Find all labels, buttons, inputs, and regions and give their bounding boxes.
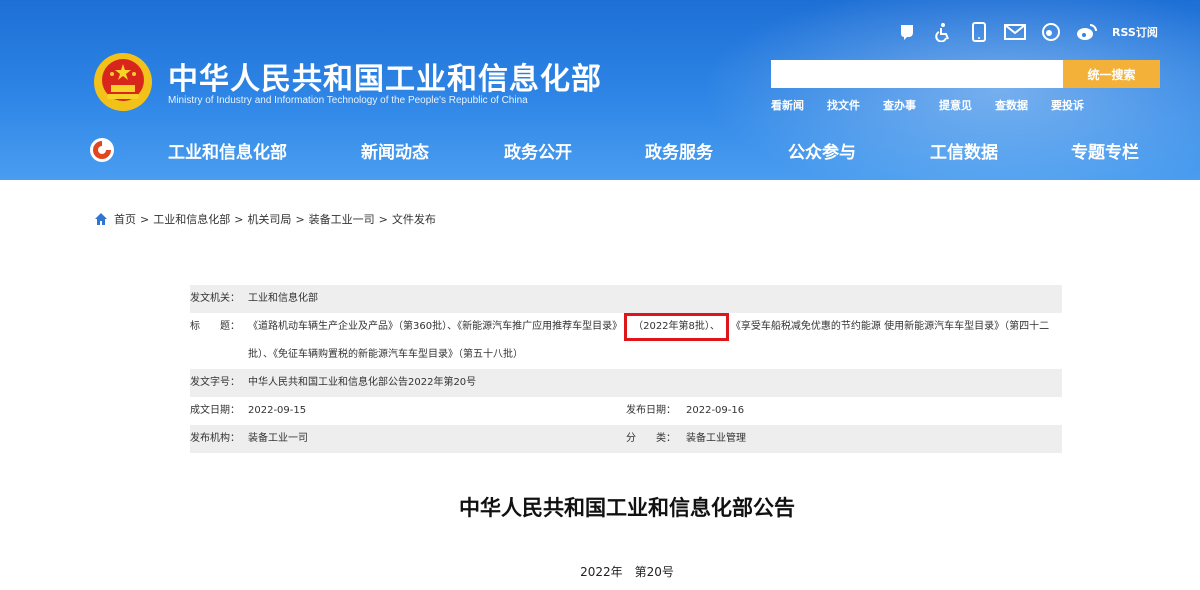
category-label: 分 类： [626, 433, 676, 444]
document-number: 2022年 第20号 [580, 565, 674, 579]
document-meta-table: 发文机关： 工业和信息化部 标 题： 《道路机动车辆生产企业及产品》（第360批… [190, 285, 1062, 453]
breadcrumb-departments[interactable]: 机关司局 [247, 211, 291, 227]
category-value: 装备工业管理 [686, 433, 746, 444]
site-subtitle: Ministry of Industry and Information Tec… [168, 95, 528, 106]
nav-item-participation[interactable]: 公众参与 [788, 138, 856, 163]
breadcrumb-separator: > [234, 212, 244, 226]
main-nav: 工业和信息化部 新闻动态 政务公开 政务服务 公众参与 工信数据 专题专栏 [0, 124, 1200, 174]
site-title: 中华人民共和国工业和信息化部 [168, 62, 602, 97]
meta-row-org: 发布机构： 装备工业一司 分 类： 装备工业管理 [190, 425, 1062, 453]
quick-links: 看新闻 找文件 查办事 提意见 查数据 要投诉 [771, 97, 1107, 113]
document-title: 中华人民共和国工业和信息化部公告 [459, 496, 795, 520]
search-button[interactable]: 统一搜索 [1063, 60, 1160, 88]
nav-item-data[interactable]: 工信数据 [930, 138, 998, 163]
docno-value: 中华人民共和国工业和信息化部公告2022年第20号 [248, 377, 477, 388]
breadcrumb: 首页 > 工业和信息化部 > 机关司局 > 装备工业一司 > 文件发布 [94, 211, 436, 227]
nav-item-topics[interactable]: 专题专栏 [1071, 138, 1139, 163]
top-utility-icons: RSS订阅 [896, 20, 1158, 44]
breadcrumb-miit[interactable]: 工业和信息化部 [153, 211, 230, 227]
docno-label: 发文字号： [190, 377, 240, 388]
quick-link-complaint[interactable]: 要投诉 [1051, 97, 1107, 113]
quick-link-services[interactable]: 查办事 [883, 97, 939, 113]
breadcrumb-doc-release[interactable]: 文件发布 [392, 211, 436, 227]
date-value: 2022-09-15 [248, 405, 307, 416]
wechat-icon[interactable] [896, 21, 918, 43]
site-logo-icon[interactable] [88, 136, 116, 164]
title-value: 《道路机动车辆生产企业及产品》（第360批）、《新能源汽车推广应用推荐车型目录》… [248, 313, 1062, 369]
breadcrumb-separator: > [140, 212, 150, 226]
pub-date-cell: 发布日期： 2022-09-16 [626, 397, 1062, 425]
search-input[interactable] [771, 60, 1063, 88]
breadcrumb-separator: > [295, 212, 305, 226]
quick-link-feedback[interactable]: 提意见 [939, 97, 995, 113]
nav-item-gov-service[interactable]: 政务服务 [645, 138, 713, 163]
org-cell: 发布机构： 装备工业一司 [190, 425, 626, 453]
nav-item-news[interactable]: 新闻动态 [361, 138, 429, 163]
meta-row-dates: 成文日期： 2022-09-15 发布日期： 2022-09-16 [190, 397, 1062, 425]
rss-link[interactable]: RSS订阅 [1112, 24, 1158, 40]
title-label: 标 题： [190, 321, 240, 332]
nav-item-miit[interactable]: 工业和信息化部 [168, 138, 287, 163]
quick-link-data[interactable]: 查数据 [995, 97, 1051, 113]
pub-date-value: 2022-09-16 [686, 405, 745, 416]
national-emblem-icon [94, 53, 152, 111]
date-cell: 成文日期： 2022-09-15 [190, 397, 626, 425]
title-highlight: （2022年第8批）、 [624, 313, 729, 341]
site-header: 中华人民共和国工业和信息化部 Ministry of Industry and … [0, 0, 1200, 180]
meta-row-title: 标 题： 《道路机动车辆生产企业及产品》（第360批）、《新能源汽车推广应用推荐… [190, 313, 1062, 369]
weibo-alt-icon[interactable] [1040, 21, 1062, 43]
breadcrumb-home[interactable]: 首页 [114, 211, 136, 227]
quick-link-news[interactable]: 看新闻 [771, 97, 827, 113]
quick-link-files[interactable]: 找文件 [827, 97, 883, 113]
pub-date-label: 发布日期： [626, 405, 676, 416]
accessibility-icon[interactable] [932, 21, 954, 43]
meta-row-issuer: 发文机关： 工业和信息化部 [190, 285, 1062, 313]
breadcrumb-equipment-dept[interactable]: 装备工业一司 [309, 211, 375, 227]
category-cell: 分 类： 装备工业管理 [626, 425, 1062, 453]
issuer-label: 发文机关： [190, 293, 240, 304]
weibo-icon[interactable] [1076, 21, 1098, 43]
org-value: 装备工业一司 [248, 433, 308, 444]
org-label: 发布机构： [190, 433, 240, 444]
mobile-icon[interactable] [968, 21, 990, 43]
home-icon [95, 213, 107, 225]
meta-row-docno: 发文字号： 中华人民共和国工业和信息化部公告2022年第20号 [190, 369, 1062, 397]
title-part-1: 《道路机动车辆生产企业及产品》（第360批）、《新能源汽车推广应用推荐车型目录》 [248, 321, 623, 332]
mail-icon[interactable] [1004, 21, 1026, 43]
breadcrumb-separator: > [378, 212, 388, 226]
date-label: 成文日期： [190, 405, 240, 416]
nav-item-gov-open[interactable]: 政务公开 [504, 138, 572, 163]
issuer-value: 工业和信息化部 [248, 293, 318, 304]
